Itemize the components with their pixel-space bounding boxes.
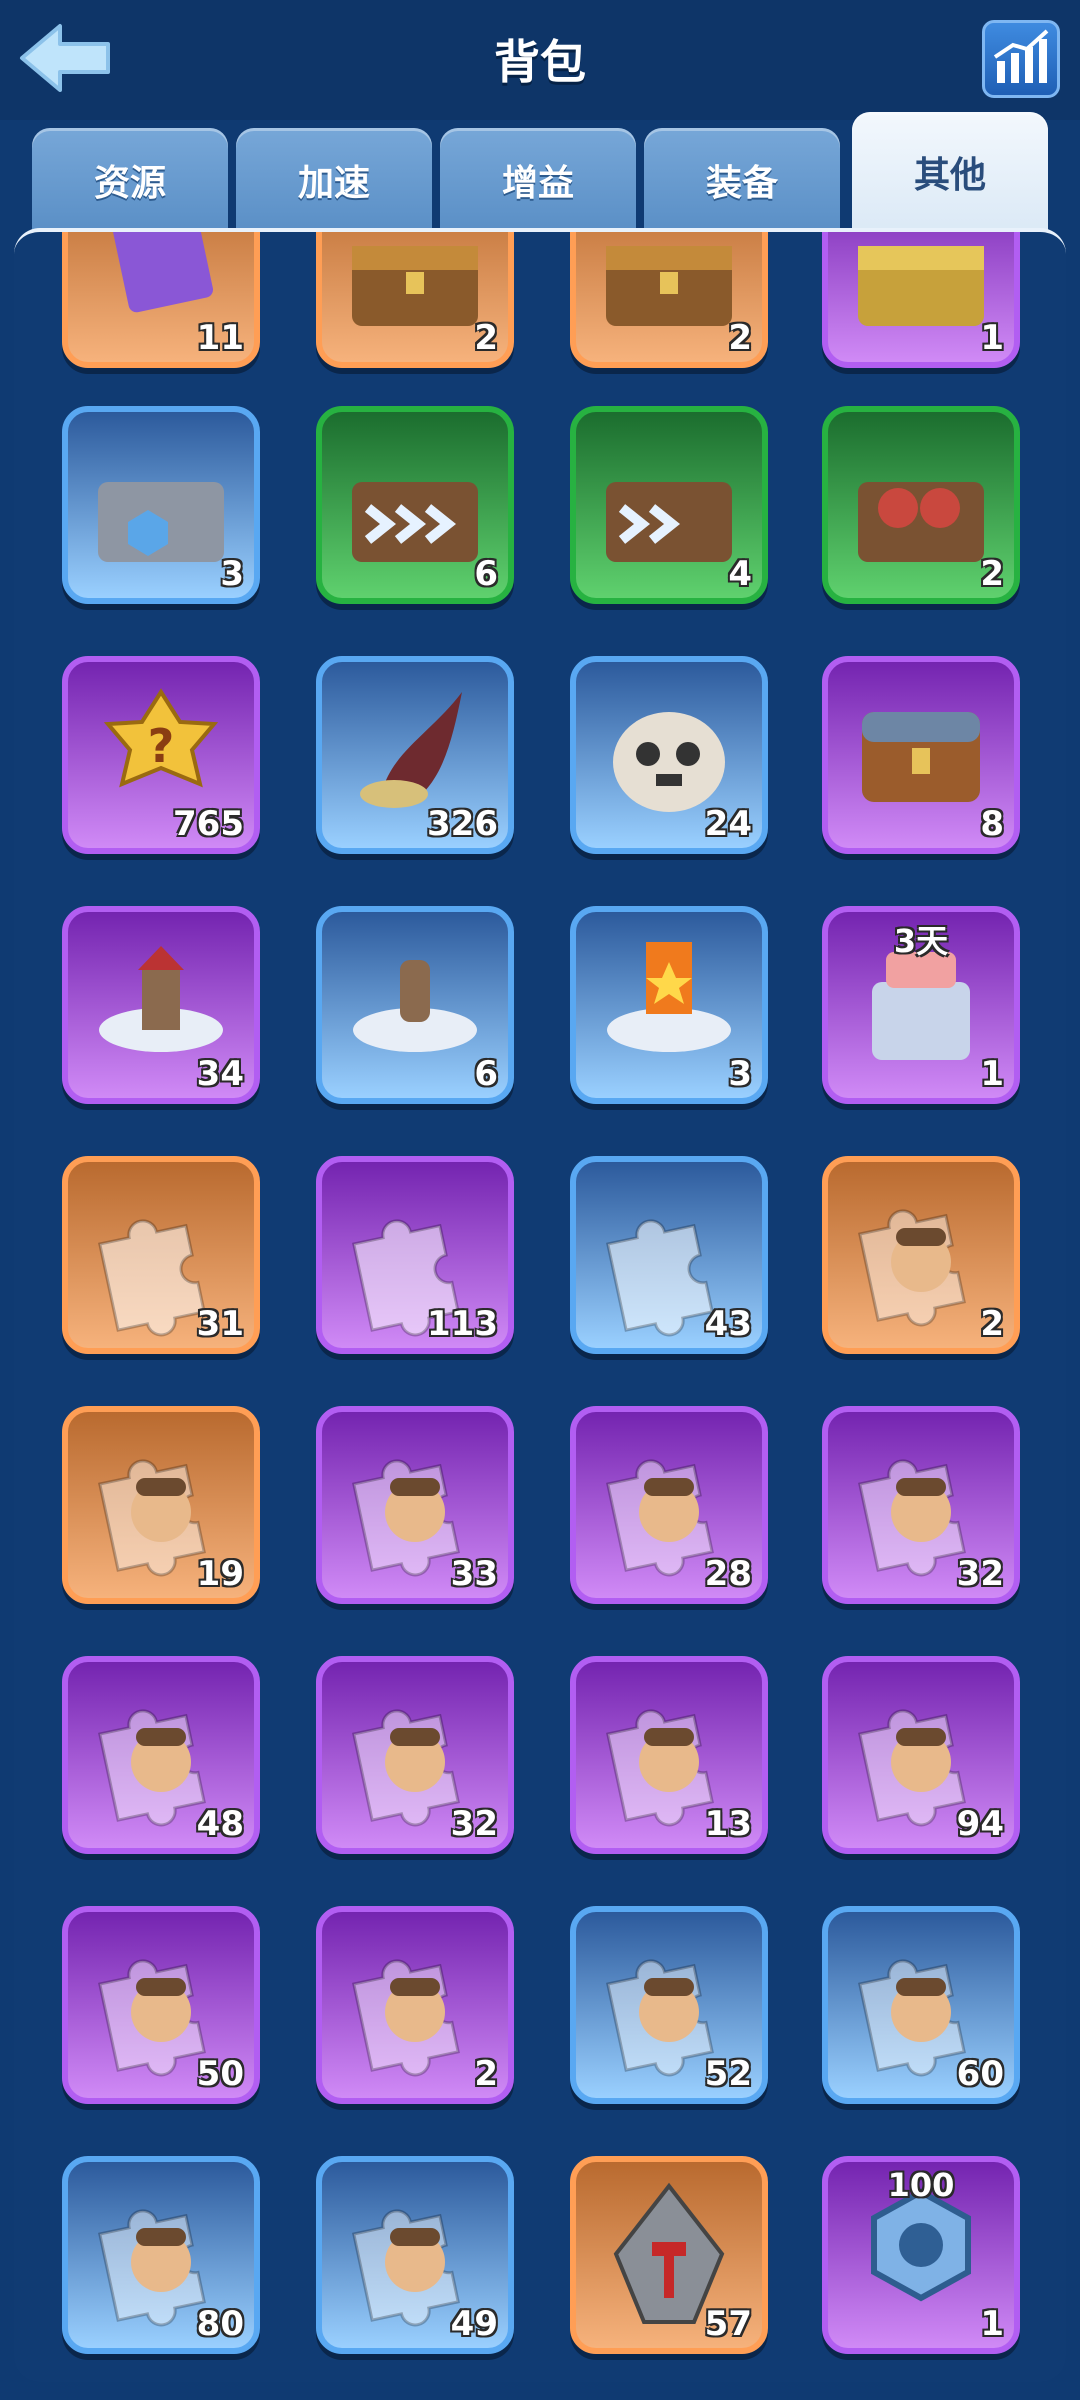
inventory-item[interactable]: 2 [822, 1156, 1020, 1354]
item-count: 6 [474, 554, 498, 594]
tab-boosts[interactable]: 增益 [440, 128, 636, 232]
item-count: 8 [980, 804, 1004, 844]
inventory-item[interactable]: 3天 1 [822, 906, 1020, 1104]
top-bar: 背包 [0, 0, 1080, 120]
item-count: 765 [173, 804, 244, 844]
item-count: 24 [704, 804, 752, 844]
inventory-panel[interactable]: 11 2 2 1 3 6 4 2? 765 326 24 8 34 6 3 3天 1 31 113 43 2 19 33 28… [14, 228, 1066, 2382]
item-count: 50 [196, 2054, 244, 2094]
inventory-item[interactable]: 13 [570, 1656, 768, 1854]
inventory-item[interactable]: 11 [62, 232, 260, 368]
page-title: 背包 [494, 35, 586, 89]
inventory-item[interactable]: 34 [62, 906, 260, 1104]
inventory-item[interactable]: 2 [822, 406, 1020, 604]
item-count: 28 [704, 1554, 752, 1594]
item-count: 2 [474, 2054, 498, 2094]
item-count: 49 [450, 2304, 498, 2344]
item-count: 1 [980, 1054, 1004, 1094]
item-count: 60 [956, 2054, 1004, 2094]
item-count: 31 [196, 1304, 244, 1344]
item-count: 13 [704, 1804, 752, 1844]
inventory-item[interactable]: 43 [570, 1156, 768, 1354]
item-tag: 3天 [893, 922, 949, 960]
item-count: 326 [427, 804, 498, 844]
inventory-item[interactable]: 48 [62, 1656, 260, 1854]
item-count: 3 [728, 1054, 752, 1094]
inventory-item[interactable]: 326 [316, 656, 514, 854]
item-count: 1 [980, 2304, 1004, 2344]
bar-chart-icon [993, 29, 1049, 83]
inventory-item[interactable]: 28 [570, 1406, 768, 1604]
inventory-item[interactable]: ? 765 [62, 656, 260, 854]
inventory-item[interactable]: 2 [316, 1906, 514, 2104]
inventory-item[interactable]: 50 [62, 1906, 260, 2104]
item-count: 52 [704, 2054, 752, 2094]
inventory-item[interactable]: 8 [822, 656, 1020, 854]
inventory-item[interactable]: 19 [62, 1406, 260, 1604]
item-count: 48 [196, 1804, 244, 1844]
inventory-item[interactable]: 49 [316, 2156, 514, 2354]
tab-resources[interactable]: 资源 [32, 128, 228, 232]
inventory-item[interactable]: 6 [316, 906, 514, 1104]
inventory-item[interactable]: 2 [570, 232, 768, 368]
item-count: 19 [196, 1554, 244, 1594]
item-count: 94 [956, 1804, 1004, 1844]
inventory-item[interactable]: 52 [570, 1906, 768, 2104]
item-count: 6 [474, 1054, 498, 1094]
item-count: 57 [704, 2304, 752, 2344]
inventory-item[interactable]: 113 [316, 1156, 514, 1354]
inventory-item[interactable]: 32 [822, 1406, 1020, 1604]
item-count: 2 [728, 318, 752, 358]
item-count: 2 [474, 318, 498, 358]
item-count: 3 [220, 554, 244, 594]
inventory-item[interactable]: 3 [570, 906, 768, 1104]
inventory-item[interactable]: 31 [62, 1156, 260, 1354]
item-count: 2 [980, 554, 1004, 594]
svg-text:?: ? [148, 719, 175, 773]
tab-speedups[interactable]: 加速 [236, 128, 432, 232]
inventory-item[interactable]: 24 [570, 656, 768, 854]
item-count: 33 [450, 1554, 498, 1594]
inventory-item[interactable]: 32 [316, 1656, 514, 1854]
inventory-item[interactable]: 6 [316, 406, 514, 604]
inventory-item[interactable]: 3 [62, 406, 260, 604]
inventory-item[interactable]: 80 [62, 2156, 260, 2354]
tab-other[interactable]: 其他 [852, 112, 1048, 232]
inventory-item[interactable]: 94 [822, 1656, 1020, 1854]
inventory-item[interactable]: 57 [570, 2156, 768, 2354]
item-count: 1 [980, 318, 1004, 358]
inventory-item[interactable]: 100 1 [822, 2156, 1020, 2354]
item-count: 34 [196, 1054, 244, 1094]
tab-equipment[interactable]: 装备 [644, 128, 840, 232]
inventory-item[interactable]: 1 [822, 232, 1020, 368]
inventory-item[interactable]: 4 [570, 406, 768, 604]
item-count: 11 [196, 318, 244, 358]
item-count: 32 [450, 1804, 498, 1844]
item-count: 2 [980, 1304, 1004, 1344]
inventory-item[interactable]: 2 [316, 232, 514, 368]
item-count: 32 [956, 1554, 1004, 1594]
item-count: 43 [704, 1304, 752, 1344]
item-count: 4 [728, 554, 752, 594]
inventory-item[interactable]: 33 [316, 1406, 514, 1604]
inventory-item[interactable]: 60 [822, 1906, 1020, 2104]
item-count: 113 [427, 1304, 498, 1344]
item-count: 80 [196, 2304, 244, 2344]
category-tabs: 资源 加速 增益 装备 其他 [32, 112, 1052, 240]
item-tag: 100 [887, 2166, 955, 2204]
stats-button[interactable] [982, 20, 1060, 98]
